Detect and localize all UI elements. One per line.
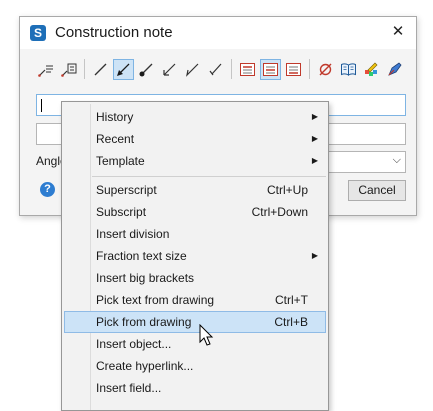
chevron-down-icon: ⌵ (392, 154, 401, 166)
menu-item-label: Insert big brackets (96, 271, 195, 285)
half-arrow-leader-icon[interactable] (182, 59, 203, 80)
menu-item-template[interactable]: Template ▶ (64, 150, 326, 172)
menu-item-shortcut: Ctrl+B (274, 315, 308, 329)
close-button[interactable]: ✕ (386, 20, 410, 44)
menu-item-label: Create hyperlink... (96, 359, 194, 373)
menu-item-shortcut: Ctrl+Down (251, 205, 308, 219)
menu-item-subscript[interactable]: Subscript Ctrl+Down (64, 201, 326, 223)
menu-item-shortcut: Ctrl+T (275, 293, 308, 307)
menu-item-label: Fraction text size (96, 249, 187, 263)
title-bar: S Construction note ✕ (20, 17, 416, 49)
dialog-title: Construction note (55, 24, 173, 41)
toolbar-separator (231, 59, 232, 79)
align-middle-icon[interactable] (260, 58, 281, 80)
menu-item-insert-division[interactable]: Insert division (64, 223, 326, 245)
menu-item-superscript[interactable]: Superscript Ctrl+Up (64, 179, 326, 201)
submenu-arrow-icon: ▶ (311, 156, 318, 165)
note-leader-icon[interactable] (35, 59, 56, 80)
submenu-arrow-icon: ▶ (311, 134, 318, 143)
menu-item-label: Insert division (96, 227, 170, 241)
formatting-toolbar (35, 57, 407, 81)
open-arrow-leader-icon[interactable] (159, 59, 180, 80)
cancel-button[interactable]: Cancel (348, 180, 406, 201)
menu-separator (92, 176, 326, 177)
text-caret (41, 99, 42, 112)
menu-item-recent[interactable]: Recent ▶ (64, 128, 326, 150)
tick-leader-icon[interactable] (205, 59, 226, 80)
color-palette-icon[interactable] (361, 59, 382, 80)
note-leader-frame-icon[interactable] (58, 59, 79, 80)
menu-item-label: Recent (96, 132, 135, 146)
app-icon: S (30, 25, 46, 41)
menu-item-fraction-text-size[interactable]: Fraction text size ▶ (64, 245, 326, 267)
menu-item-shortcut: Ctrl+Up (266, 183, 308, 197)
menu-item-label: Template (96, 154, 145, 168)
mouse-pointer-icon (199, 324, 214, 346)
menu-item-insert-object[interactable]: Insert object... (64, 333, 326, 355)
menu-item-label: Insert object... (96, 337, 172, 351)
menu-item-insert-big-brackets[interactable]: Insert big brackets (64, 267, 326, 289)
menu-item-label: History (96, 110, 134, 124)
menu-item-insert-field[interactable]: Insert field... (64, 377, 326, 399)
menu-item-history[interactable]: History ▶ (64, 106, 326, 128)
pen-nib-icon[interactable] (384, 59, 405, 80)
dot-leader-icon[interactable] (136, 59, 157, 80)
book-icon[interactable] (338, 59, 359, 80)
menu-item-pick-text-from-drawing[interactable]: Pick text from drawing Ctrl+T (64, 289, 326, 311)
toolbar-separator (84, 59, 85, 79)
menu-item-label: Superscript (96, 183, 157, 197)
menu-item-create-hyperlink[interactable]: Create hyperlink... (64, 355, 326, 377)
menu-item-label: Insert field... (96, 381, 162, 395)
align-bottom-icon[interactable] (283, 59, 304, 80)
menu-item-label: Subscript (96, 205, 147, 219)
menu-item-pick-from-drawing[interactable]: Pick from drawing Ctrl+B (64, 311, 326, 333)
submenu-arrow-icon: ▶ (311, 251, 318, 260)
toolbar-separator (309, 59, 310, 79)
menu-item-label: Pick from drawing (96, 315, 192, 329)
line-leader-icon[interactable] (90, 59, 111, 80)
diameter-icon[interactable] (315, 59, 336, 80)
help-icon[interactable]: ? (40, 182, 55, 197)
align-top-icon[interactable] (237, 59, 258, 80)
context-menu: History ▶ Recent ▶ Template ▶ Superscrip… (61, 101, 329, 411)
submenu-arrow-icon: ▶ (311, 112, 318, 121)
arrow-leader-icon[interactable] (113, 58, 134, 80)
menu-item-label: Pick text from drawing (96, 293, 215, 307)
